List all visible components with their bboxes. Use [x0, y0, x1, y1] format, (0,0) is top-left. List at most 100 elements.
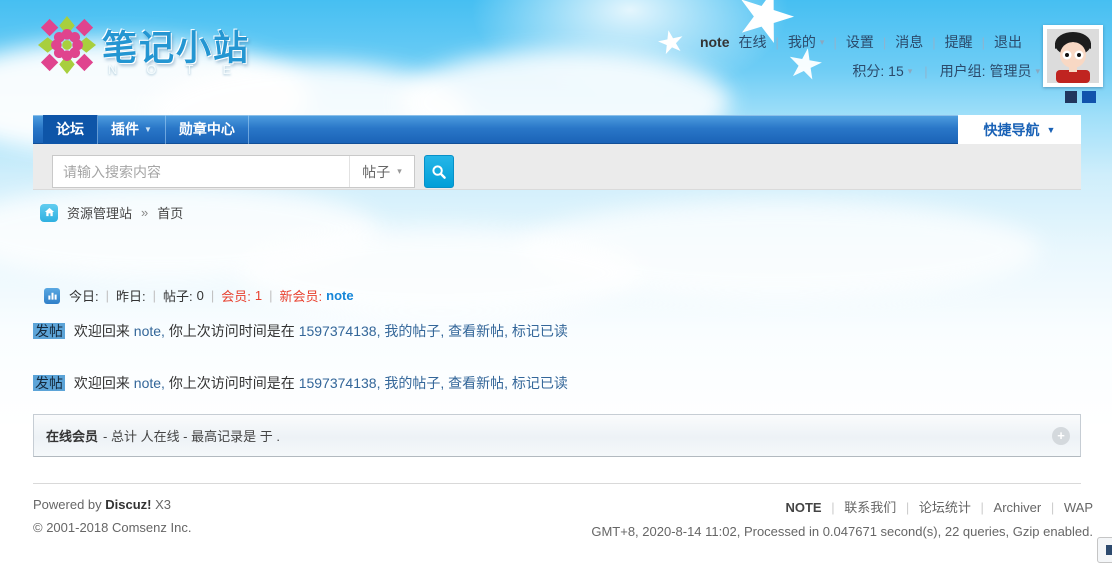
- quick-nav-button[interactable]: 快捷导航 ▼: [958, 115, 1081, 144]
- chevron-down-icon: ▾: [820, 37, 825, 48]
- breadcrumb-page-link[interactable]: 首页: [157, 203, 183, 222]
- site-subtitle: NOTE: [108, 62, 260, 77]
- back-to-top-button[interactable]: [1097, 537, 1112, 563]
- breadcrumb-site-link[interactable]: 资源管理站: [67, 203, 132, 222]
- stat-new-member-label: 新会员:: [280, 286, 323, 305]
- stat-posts-value: 0: [197, 288, 204, 303]
- separator: |: [1051, 500, 1054, 515]
- tab-forum-label: 论坛: [56, 115, 84, 144]
- site-logo-flower-icon[interactable]: [38, 16, 96, 74]
- tab-forum[interactable]: 论坛: [43, 115, 98, 144]
- quick-nav-label: 快捷导航: [984, 120, 1040, 140]
- search-scope-label: 帖子: [362, 162, 390, 182]
- stat-members-label: 会员:: [221, 286, 251, 305]
- search-bar: 帖子 ▾: [33, 144, 1081, 190]
- my-menu[interactable]: 我的 ▾: [788, 32, 825, 52]
- contact-us-link[interactable]: 联系我们: [844, 500, 896, 515]
- post-badge[interactable]: 发帖: [33, 323, 65, 339]
- avatar-image: [1047, 29, 1099, 83]
- online-members-summary: - 总计 人在线 - 最高记录是 于 .: [103, 426, 280, 445]
- reminders-link[interactable]: 提醒: [945, 32, 973, 52]
- search-button[interactable]: [424, 155, 454, 188]
- archiver-link[interactable]: Archiver: [994, 500, 1042, 515]
- usergroup-menu[interactable]: 用户组: 管理员 ▾: [940, 61, 1040, 81]
- user-panel-row2: 积分: 15 ▾ | 用户组: 管理员 ▾: [852, 61, 1040, 81]
- separator: |: [269, 288, 272, 303]
- back-to-top-icon: [1106, 545, 1112, 555]
- online-members-title[interactable]: 在线会员: [46, 426, 98, 445]
- messages-link[interactable]: 消息: [895, 32, 923, 52]
- welcome-message: 发帖 欢迎回来 note, 你上次访问时间是在 1597374138, 我的帖子…: [33, 373, 568, 393]
- bar-chart-icon: [44, 288, 60, 304]
- post-badge[interactable]: 发帖: [33, 375, 65, 391]
- separator: |: [981, 500, 984, 515]
- separator: |: [883, 35, 886, 50]
- my-posts-link[interactable]: 我的帖子,: [384, 375, 444, 391]
- usergroup-label: 用户组: 管理员: [940, 61, 1032, 81]
- separator: |: [982, 35, 985, 50]
- welcome-username-link[interactable]: note,: [134, 323, 165, 339]
- separator: |: [153, 288, 156, 303]
- my-posts-link[interactable]: 我的帖子,: [384, 323, 444, 339]
- style-switch-dark-button[interactable]: [1065, 91, 1077, 103]
- username-link[interactable]: note: [700, 34, 730, 50]
- logout-link[interactable]: 退出: [994, 32, 1022, 52]
- welcome-greeting: 欢迎回来: [74, 375, 130, 391]
- search-input[interactable]: [53, 156, 349, 187]
- discuz-link[interactable]: Discuz!: [105, 497, 151, 512]
- stat-yesterday-label: 昨日:: [116, 286, 146, 305]
- copyright-label: © 2001-2018 Comsenz Inc.: [33, 520, 191, 535]
- my-menu-label: 我的: [788, 32, 816, 52]
- chevron-down-icon: ▾: [1035, 66, 1040, 77]
- footer-left: Powered by Discuz! X3 © 2001-2018 Comsen…: [33, 497, 191, 535]
- footer-note-link[interactable]: NOTE: [785, 500, 821, 515]
- stat-posts-label: 帖子:: [163, 286, 193, 305]
- discuz-version-label: X3: [155, 497, 171, 512]
- welcome-timestamp-link[interactable]: 1597374138,: [299, 375, 381, 391]
- chevron-down-icon: ▼: [1047, 125, 1056, 135]
- welcome-timestamp-link[interactable]: 1597374138,: [299, 323, 381, 339]
- avatar[interactable]: [1043, 25, 1103, 87]
- expand-toggle-button[interactable]: +: [1052, 427, 1070, 445]
- tab-plugin[interactable]: 插件 ▼: [98, 115, 166, 144]
- separator: |: [106, 288, 109, 303]
- mark-read-link[interactable]: 标记已读: [512, 375, 568, 391]
- breadcrumb: 资源管理站 » 首页: [40, 203, 183, 222]
- credits-menu[interactable]: 积分: 15 ▾: [852, 61, 912, 81]
- powered-by-label: Powered by: [33, 497, 102, 512]
- tab-plugin-label: 插件: [111, 115, 139, 144]
- view-new-posts-link[interactable]: 查看新帖,: [448, 375, 508, 391]
- wap-link[interactable]: WAP: [1064, 500, 1093, 515]
- style-switch-blue-button[interactable]: [1082, 91, 1096, 103]
- main-navbar: 论坛 插件 ▼ 勋章中心 快捷导航 ▼: [33, 115, 1081, 144]
- home-icon[interactable]: [40, 204, 58, 222]
- chevron-down-icon: ▾: [908, 66, 913, 77]
- user-panel-row1: note 在线 | 我的 ▾ | 设置 | 消息 | 提醒 | 退出: [700, 32, 1022, 52]
- separator: |: [211, 288, 214, 303]
- forum-stats-link[interactable]: 论坛统计: [919, 500, 971, 515]
- welcome-username-link[interactable]: note,: [134, 375, 165, 391]
- welcome-visit-text: 你上次访问时间是在: [169, 323, 295, 339]
- mark-read-link[interactable]: 标记已读: [512, 323, 568, 339]
- stat-members-value: 1: [255, 288, 262, 303]
- tab-medal-center[interactable]: 勋章中心: [166, 115, 249, 144]
- chevron-down-icon: ▼: [144, 115, 152, 144]
- chevron-down-icon: ▾: [397, 166, 402, 177]
- page: 笔记小站 NOTE note 在线 | 我的 ▾ | 设置 | 消息 | 提醒 …: [0, 0, 1112, 565]
- settings-link[interactable]: 设置: [846, 32, 874, 52]
- search-scope-dropdown[interactable]: 帖子 ▾: [349, 156, 414, 187]
- separator: |: [906, 500, 909, 515]
- separator: |: [932, 35, 935, 50]
- runtime-info-label: GMT+8, 2020-8-14 11:02, Processed in 0.0…: [591, 524, 1093, 539]
- separator: |: [776, 35, 779, 50]
- stat-new-member-link[interactable]: note: [326, 288, 353, 303]
- welcome-visit-text: 你上次访问时间是在: [169, 375, 295, 391]
- footer-divider: [33, 483, 1081, 484]
- separator: |: [833, 35, 836, 50]
- forum-stats: 今日: | 昨日: | 帖子: 0 | 会员: 1 | 新会员: note: [44, 286, 354, 305]
- separator: |: [831, 500, 834, 515]
- footer-right: NOTE | 联系我们 | 论坛统计 | Archiver | WAP GMT+…: [591, 497, 1093, 539]
- search-box: 帖子 ▾: [52, 155, 415, 188]
- breadcrumb-separator: »: [141, 205, 148, 220]
- view-new-posts-link[interactable]: 查看新帖,: [448, 323, 508, 339]
